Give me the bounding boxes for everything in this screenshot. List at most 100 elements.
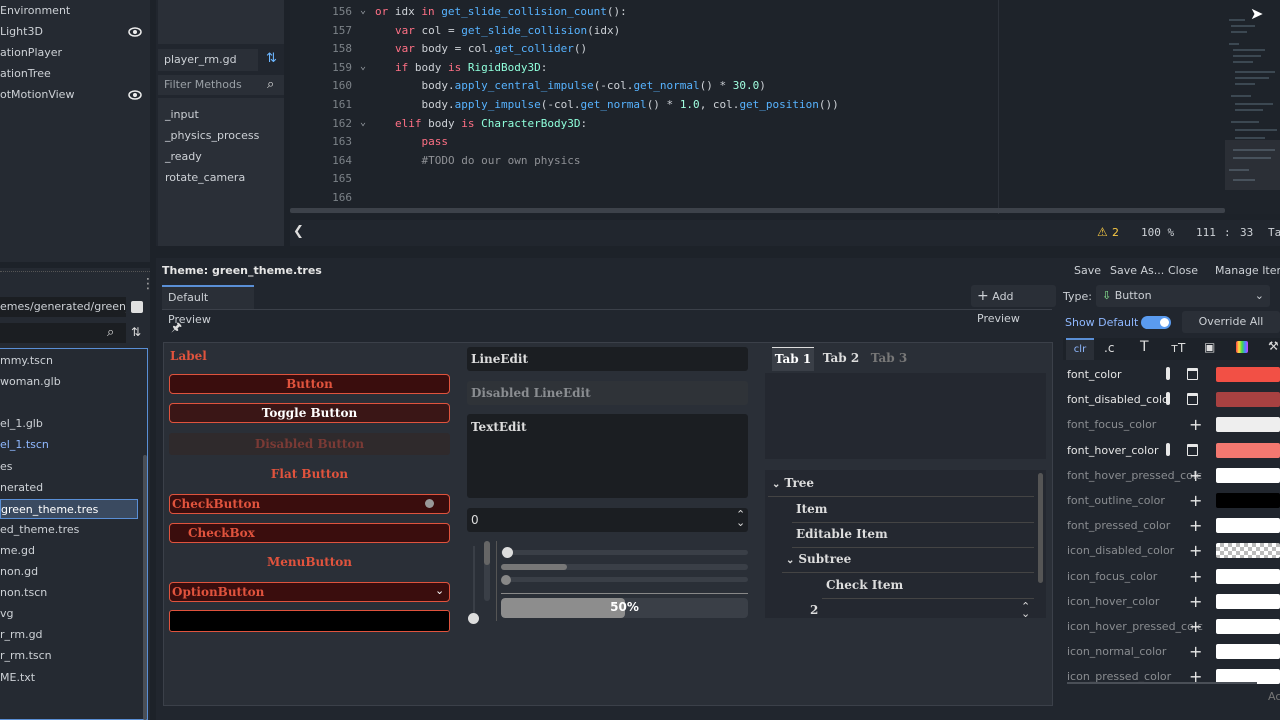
manage-items-button[interactable]: Manage Items bbox=[1215, 264, 1280, 277]
tab-constants[interactable]: .c bbox=[1104, 341, 1114, 355]
fold-arrow-icon[interactable]: ⌄ bbox=[360, 61, 366, 72]
fold-arrow-icon[interactable]: ⌄ bbox=[360, 5, 366, 16]
warning-count[interactable]: 2 bbox=[1112, 226, 1119, 239]
color-item-row[interactable]: font_pressed_color + bbox=[1067, 513, 1280, 538]
preview-menu-button[interactable]: MenuButton bbox=[169, 555, 450, 569]
code-line[interactable]: body.apply_impulse(-col.get_normal() * 1… bbox=[375, 98, 838, 111]
plus-icon[interactable]: + bbox=[1189, 639, 1202, 664]
chevron-left-icon[interactable]: ❮ bbox=[293, 224, 304, 239]
hslider-preview[interactable] bbox=[501, 550, 748, 555]
color-item-row[interactable]: icon_disabled_color + bbox=[1067, 538, 1280, 563]
plus-icon[interactable]: + bbox=[1189, 564, 1202, 589]
method-item[interactable]: rotate_camera bbox=[165, 171, 245, 184]
trash-icon[interactable] bbox=[1187, 368, 1198, 380]
preview-button[interactable]: Button bbox=[169, 374, 450, 394]
file-item[interactable] bbox=[0, 393, 150, 413]
stylebox-icon[interactable]: ⚒ bbox=[1268, 339, 1279, 353]
picker-icon[interactable]: 🖈 bbox=[171, 318, 182, 339]
image-icon[interactable]: ▣ bbox=[1204, 340, 1215, 354]
preview-toggle-button[interactable]: Toggle Button bbox=[169, 403, 450, 423]
color-item-row[interactable]: font_hover_pressed_colc + bbox=[1067, 463, 1280, 488]
method-item[interactable]: _ready bbox=[165, 150, 202, 163]
color-item-row[interactable]: icon_normal_color + bbox=[1067, 639, 1280, 664]
pin-icon[interactable] bbox=[1166, 442, 1170, 456]
add-preview-button[interactable]: + Add Preview bbox=[971, 285, 1056, 325]
file-item[interactable]: ed_theme.tres bbox=[0, 520, 150, 540]
pin-icon[interactable] bbox=[1166, 367, 1170, 380]
plus-icon[interactable]: + bbox=[1189, 513, 1202, 538]
override-all-button[interactable]: Override All bbox=[1182, 311, 1280, 333]
save-button[interactable]: Save bbox=[1074, 264, 1101, 277]
color-item-row[interactable]: font_color bbox=[1067, 362, 1280, 387]
method-item[interactable]: _input bbox=[165, 108, 199, 121]
color-item-row[interactable]: font_hover_color bbox=[1067, 438, 1280, 463]
color-swatch[interactable] bbox=[1216, 543, 1280, 559]
font-icon[interactable]: T bbox=[1140, 339, 1149, 355]
color-swatch[interactable] bbox=[1216, 392, 1280, 408]
spin-arrows-icon[interactable]: ⌃ ⌄ bbox=[736, 509, 745, 528]
tree-item[interactable]: Item bbox=[796, 502, 828, 516]
fs-toggle-icon[interactable] bbox=[131, 301, 143, 313]
sort-icon[interactable]: ⇅ bbox=[266, 51, 277, 66]
scene-node-row[interactable]: Environment bbox=[0, 1, 150, 21]
code-line[interactable]: body.apply_central_impulse(-col.get_norm… bbox=[375, 79, 765, 92]
plus-icon[interactable]: + bbox=[1189, 488, 1202, 513]
search-icon[interactable]: ⌕ bbox=[107, 325, 114, 340]
file-item[interactable]: vg bbox=[0, 604, 150, 624]
code-line[interactable]: pass bbox=[375, 135, 449, 148]
code-line[interactable]: or idx in get_slide_collision_count(): bbox=[375, 5, 627, 18]
color-swatch[interactable] bbox=[1216, 568, 1280, 584]
code-line[interactable]: if body is RigidBody3D: bbox=[375, 61, 547, 74]
scene-node-row[interactable]: ationPlayer bbox=[0, 43, 150, 63]
preview-flat-button[interactable]: Flat Button bbox=[169, 467, 450, 481]
color-item-row[interactable]: icon_pressed_color + bbox=[1067, 664, 1280, 689]
current-script-field[interactable]: player_rm.gd bbox=[158, 49, 258, 71]
tree-scrollbar[interactable] bbox=[1038, 473, 1043, 583]
trash-icon[interactable] bbox=[1187, 393, 1198, 406]
trash-icon[interactable] bbox=[1187, 443, 1198, 456]
color-swatch[interactable] bbox=[1216, 417, 1280, 433]
tab-2[interactable]: Tab 2 bbox=[818, 347, 864, 371]
color-swatch[interactable] bbox=[1216, 493, 1280, 508]
scene-node-row[interactable]: otMotionView bbox=[0, 85, 150, 105]
plus-icon[interactable]: + bbox=[1189, 614, 1202, 639]
code-line[interactable]: var body = col.get_collider() bbox=[375, 42, 587, 55]
plus-icon[interactable]: + bbox=[1189, 412, 1202, 437]
color-item-row[interactable]: icon_hover_pressed_colc + bbox=[1067, 614, 1280, 639]
warning-icon[interactable]: ⚠ bbox=[1097, 225, 1108, 239]
preview-spin-box[interactable]: 0 bbox=[467, 508, 748, 532]
file-item[interactable]: es bbox=[0, 457, 150, 477]
bottom-right-action[interactable]: Ac bbox=[1268, 690, 1280, 703]
fs-path-field[interactable]: emes/generated/green_t bbox=[0, 297, 126, 317]
fs-scrollbar[interactable] bbox=[143, 455, 147, 720]
color-swatch[interactable] bbox=[1216, 644, 1280, 660]
tree-item[interactable]: Check Item bbox=[826, 578, 903, 592]
file-item[interactable]: woman.glb bbox=[0, 372, 150, 392]
method-item[interactable]: _physics_process bbox=[165, 129, 259, 142]
sort-icon[interactable]: ⇅ bbox=[131, 325, 141, 339]
color-swatch[interactable] bbox=[1216, 593, 1280, 609]
color-item-row[interactable]: font_focus_color + bbox=[1067, 412, 1280, 437]
color-item-row[interactable]: font_outline_color + bbox=[1067, 488, 1280, 513]
tab-1[interactable]: Tab 1 bbox=[772, 347, 814, 371]
tab-colors[interactable]: clr bbox=[1066, 338, 1094, 360]
file-item[interactable]: r_rm.tscn bbox=[0, 646, 150, 666]
font-size-icon[interactable]: ᴛT bbox=[1171, 341, 1185, 355]
close-button[interactable]: Close bbox=[1168, 264, 1198, 277]
visibility-eye-icon[interactable] bbox=[128, 88, 142, 102]
file-item[interactable]: el_1.tscn bbox=[0, 435, 150, 455]
file-item[interactable]: r_rm.gd bbox=[0, 625, 150, 645]
hslider2-preview[interactable] bbox=[501, 577, 748, 582]
filter-methods-input[interactable]: Filter Methods bbox=[158, 75, 284, 95]
scene-node-row[interactable]: ationTree bbox=[0, 64, 150, 84]
fold-arrow-icon[interactable]: ⌄ bbox=[360, 117, 366, 128]
check-button-toggle[interactable] bbox=[425, 499, 434, 508]
indent-mode[interactable]: Ta bbox=[1268, 226, 1280, 239]
color-swatch[interactable] bbox=[1216, 367, 1280, 382]
tree-item[interactable]: ⌄ Tree bbox=[772, 476, 814, 490]
color-item-row[interactable]: icon_hover_color + bbox=[1067, 589, 1280, 614]
plus-icon[interactable]: + bbox=[1189, 538, 1202, 563]
code-line[interactable]: var col = get_slide_collision(idx) bbox=[375, 24, 620, 37]
file-item[interactable]: me.gd bbox=[0, 541, 150, 561]
preview-check-box[interactable]: CheckBox bbox=[169, 523, 450, 543]
